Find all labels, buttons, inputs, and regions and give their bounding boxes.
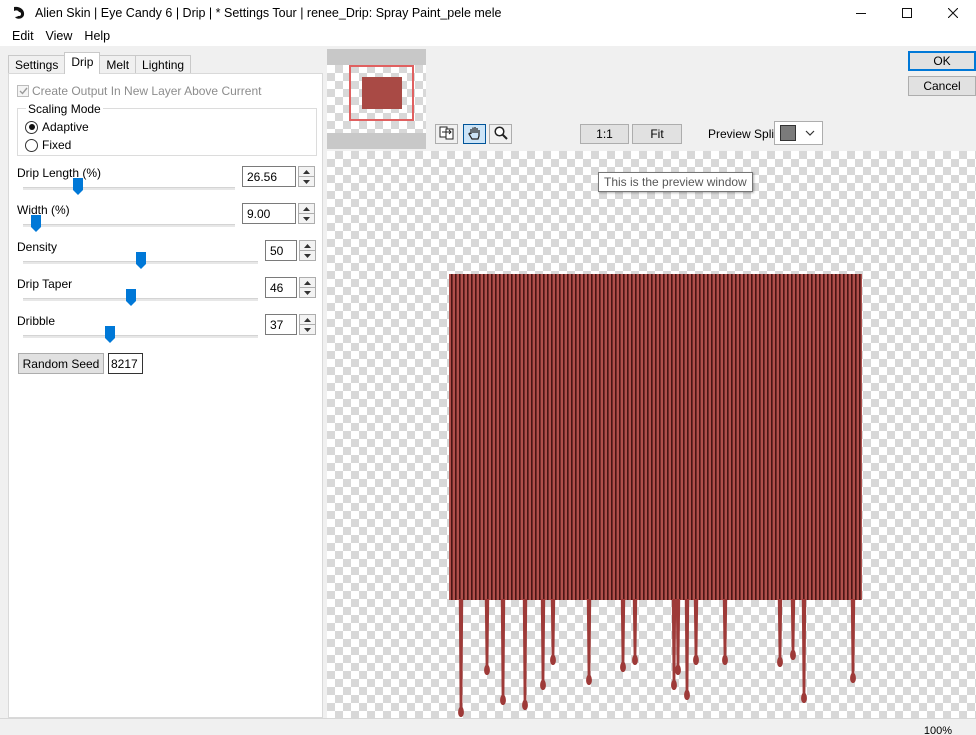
navigator-thumbnail[interactable] <box>327 49 426 149</box>
adaptive-label: Adaptive <box>42 120 89 134</box>
create-output-label: Create Output In New Layer Above Current <box>32 84 262 98</box>
dribble-slider-thumb[interactable] <box>104 326 115 343</box>
density-slider-thumb[interactable] <box>135 252 146 269</box>
compare-icon <box>439 126 455 143</box>
dribble-slider[interactable] <box>23 335 258 338</box>
title-bar: Alien Skin | Eye Candy 6 | Drip | * Sett… <box>0 0 976 26</box>
width-input[interactable]: 9.00 <box>242 203 296 224</box>
preview-split-swatch <box>780 125 796 141</box>
preview-split-dropdown[interactable] <box>774 121 823 145</box>
tab-lighting[interactable]: Lighting <box>135 55 192 74</box>
fixed-radio[interactable] <box>25 138 38 152</box>
dribble-up-arrow[interactable] <box>299 314 316 325</box>
density-input[interactable]: 50 <box>265 240 297 261</box>
drip-effect-preview <box>449 274 862 717</box>
hand-icon <box>467 125 483 144</box>
preview-tooltip: This is the preview window <box>598 172 753 192</box>
cancel-button[interactable]: Cancel <box>908 76 976 96</box>
tab-melt[interactable]: Melt <box>99 55 137 74</box>
width-up-arrow[interactable] <box>298 203 315 214</box>
width-spinner: 9.00 <box>242 203 315 224</box>
tab-drip[interactable]: Drip <box>64 52 101 74</box>
drip-length-label: Drip Length (%) <box>17 166 102 180</box>
adaptive-radio[interactable] <box>25 120 38 134</box>
tab-settings[interactable]: Settings <box>8 55 66 74</box>
settings-panel: Settings Drip Melt Lighting Create Outpu… <box>0 46 323 718</box>
dribble-down-arrow[interactable] <box>299 325 316 335</box>
dribble-label: Dribble <box>17 314 56 328</box>
drip-length-down-arrow[interactable] <box>298 177 315 187</box>
random-seed-button[interactable]: Random Seed <box>18 353 104 374</box>
menu-bar: Edit View Help <box>0 26 976 46</box>
drip-length-spinner: 26.56 <box>242 166 315 187</box>
ok-button[interactable]: OK <box>908 51 976 71</box>
zoom-1-1-button[interactable]: 1:1 <box>580 124 629 144</box>
drip-length-input[interactable]: 26.56 <box>242 166 296 187</box>
random-seed-input[interactable]: 8217 <box>108 353 143 374</box>
status-bar: 100% <box>0 718 976 735</box>
app-icon <box>11 5 27 21</box>
navigator-view-rect[interactable] <box>349 65 414 121</box>
drip-taper-slider[interactable] <box>23 298 258 301</box>
drip-taper-up-arrow[interactable] <box>299 277 316 288</box>
density-up-arrow[interactable] <box>299 240 316 251</box>
close-button[interactable] <box>930 0 976 26</box>
drip-taper-slider-thumb[interactable] <box>126 289 137 306</box>
fixed-label: Fixed <box>42 138 72 152</box>
dribble-input[interactable]: 37 <box>265 314 297 335</box>
width-label: Width (%) <box>17 203 70 217</box>
radio-adaptive-row[interactable]: Adaptive <box>25 120 89 134</box>
width-down-arrow[interactable] <box>298 214 315 224</box>
dribble-spinner: 37 <box>265 314 316 335</box>
menu-edit[interactable]: Edit <box>6 29 40 43</box>
drip-taper-label: Drip Taper <box>17 277 73 291</box>
drip-length-up-arrow[interactable] <box>298 166 315 177</box>
create-output-checkbox-row[interactable]: Create Output In New Layer Above Current <box>17 84 261 98</box>
drip-taper-input[interactable]: 46 <box>265 277 297 298</box>
drip-taper-down-arrow[interactable] <box>299 288 316 298</box>
preview-split-label: Preview Split: <box>708 127 781 141</box>
tab-strip: Settings Drip Melt Lighting <box>8 52 192 74</box>
chevron-down-icon <box>805 130 815 136</box>
drip-taper-spinner: 46 <box>265 277 316 298</box>
maximize-button[interactable] <box>884 0 930 26</box>
hand-tool-button[interactable] <box>463 124 486 144</box>
create-output-checkbox[interactable] <box>17 85 29 97</box>
drip-length-slider[interactable] <box>23 187 235 190</box>
menu-view[interactable]: View <box>40 29 79 43</box>
scaling-mode-title: Scaling Mode <box>26 102 103 116</box>
zoom-tool-button[interactable] <box>489 124 512 144</box>
radio-fixed-row[interactable]: Fixed <box>25 138 71 152</box>
eye-candy-window: Alien Skin | Eye Candy 6 | Drip | * Sett… <box>0 0 976 735</box>
zoom-level-status: 100% <box>923 725 952 735</box>
zoom-icon <box>493 125 509 144</box>
menu-help[interactable]: Help <box>78 29 116 43</box>
drip-tab-panel: Create Output In New Layer Above Current… <box>8 73 323 718</box>
window-title: Alien Skin | Eye Candy 6 | Drip | * Sett… <box>35 6 502 20</box>
density-label: Density <box>17 240 58 254</box>
minimize-button[interactable] <box>838 0 884 26</box>
density-spinner: 50 <box>265 240 316 261</box>
density-down-arrow[interactable] <box>299 251 316 261</box>
drip-length-slider-thumb[interactable] <box>73 178 84 195</box>
zoom-fit-button[interactable]: Fit <box>632 124 682 144</box>
width-slider-thumb[interactable] <box>30 215 41 232</box>
compare-tool-button[interactable] <box>435 124 458 144</box>
preview-window[interactable] <box>327 151 976 718</box>
width-slider[interactable] <box>23 224 235 227</box>
